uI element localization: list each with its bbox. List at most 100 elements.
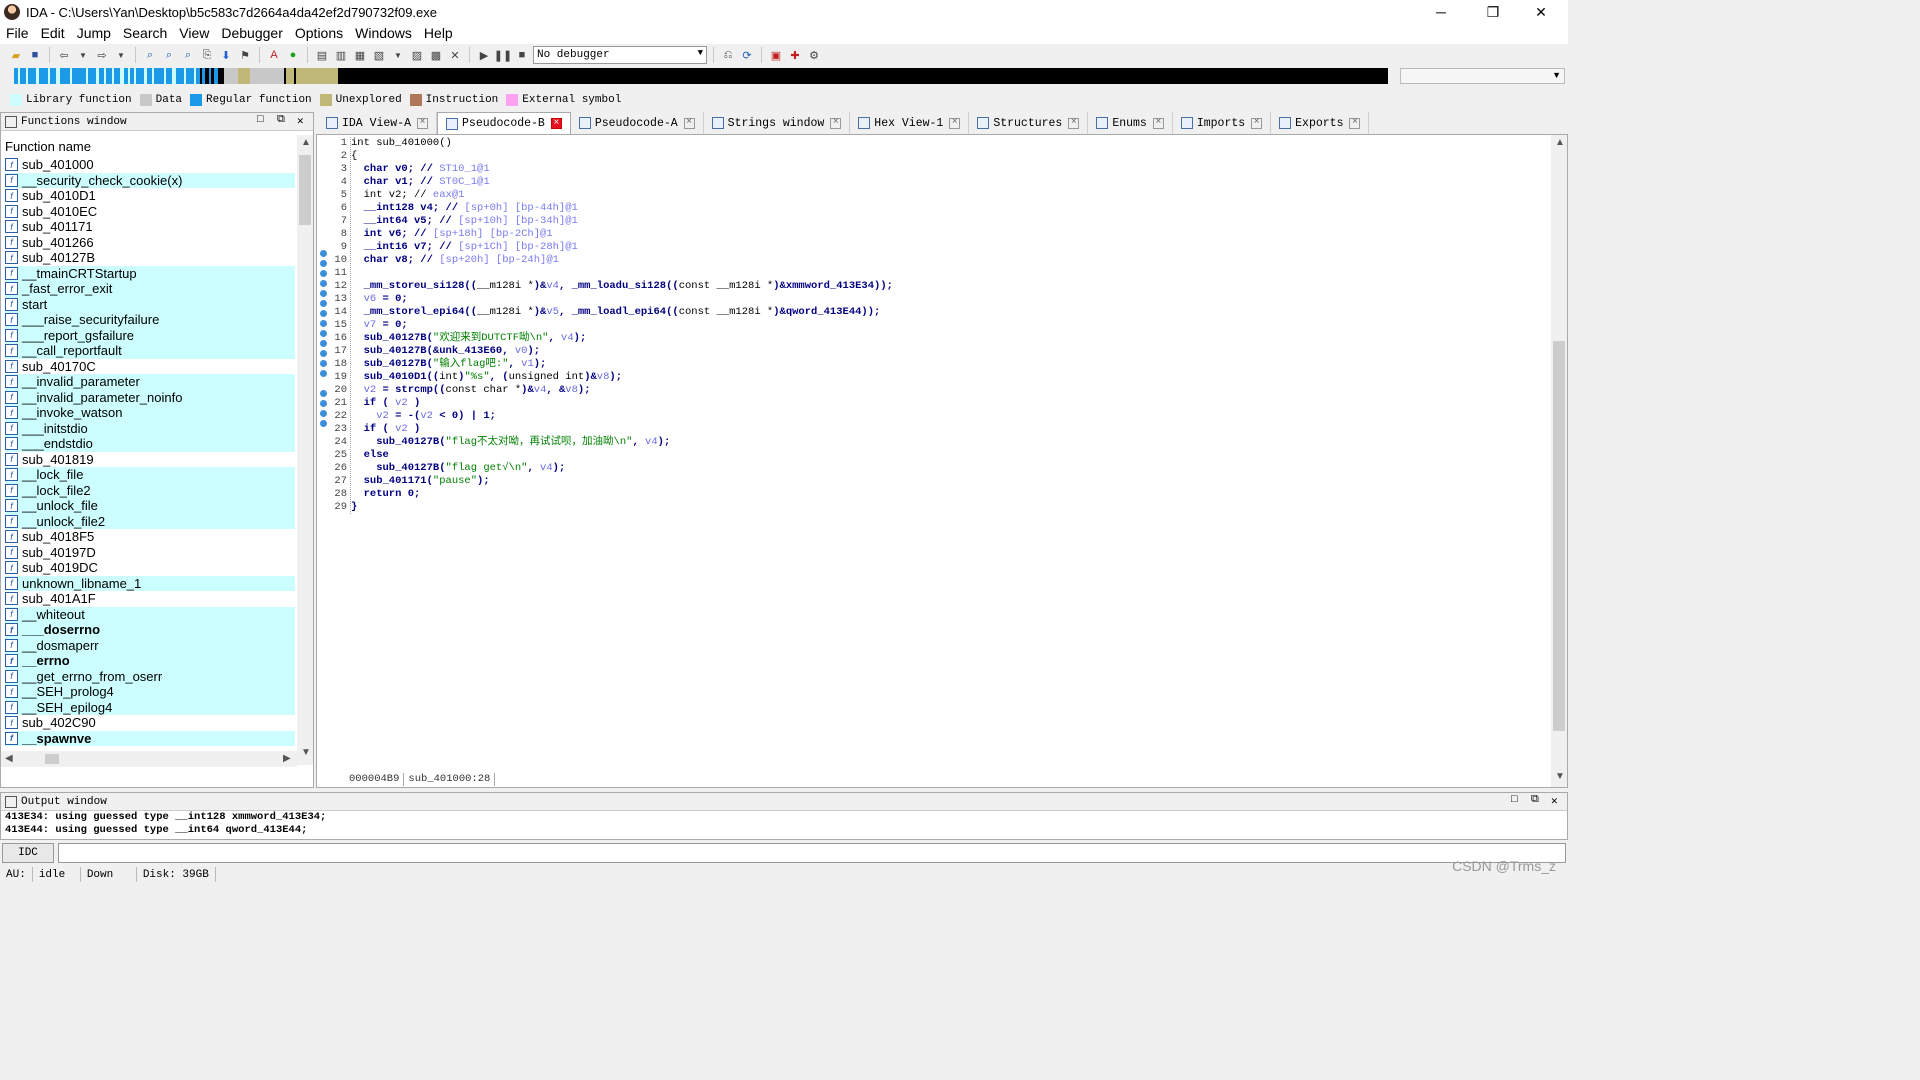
tab-structures[interactable]: Structures × bbox=[969, 112, 1089, 134]
code-line[interactable]: _mm_storeu_si128((__m128i *)&v4, _mm_loa… bbox=[351, 280, 893, 293]
pseudocode-view[interactable]: 1 2 3 4 5 6 7 8 9 10 11 12 13 14 15 16 17 18 19 20 21 22 23 24 2… bbox=[316, 134, 1568, 788]
function-list-item[interactable]: f start bbox=[5, 296, 295, 312]
function-list-item[interactable]: f __invoke_watson bbox=[5, 405, 295, 421]
function-list-item[interactable]: f __get_errno_from_oserr bbox=[5, 668, 295, 684]
undefine-icon[interactable]: ▨ bbox=[409, 47, 425, 63]
function-list-item[interactable]: f __spawnve bbox=[5, 730, 295, 746]
scroll-down-icon[interactable]: ▼ bbox=[301, 747, 311, 758]
function-list-item[interactable]: f __whiteout bbox=[5, 606, 295, 622]
tab-close-icon[interactable]: × bbox=[830, 117, 842, 129]
array-dropdown-icon[interactable]: ▼ bbox=[390, 47, 406, 63]
function-list-item[interactable]: f __SEH_prolog4 bbox=[5, 684, 295, 700]
menu-file[interactable]: File bbox=[0, 24, 35, 44]
tab-close-icon[interactable]: × bbox=[949, 117, 961, 129]
code-line[interactable]: } bbox=[351, 501, 893, 514]
script-language-button[interactable]: IDC bbox=[2, 843, 54, 863]
function-list-item[interactable]: f sub_4018F5 bbox=[5, 529, 295, 545]
graph-view-icon[interactable]: ● bbox=[285, 47, 301, 63]
function-list-item[interactable]: f sub_401A1F bbox=[5, 591, 295, 607]
function-list-item[interactable]: f ___doserrno bbox=[5, 622, 295, 638]
function-list-item[interactable]: f ___initstdio bbox=[5, 420, 295, 436]
function-list-item[interactable]: f ___report_gsfailure bbox=[5, 327, 295, 343]
pseudocode-text[interactable]: int sub_401000(){ char v0; // ST10_1@1 c… bbox=[350, 137, 893, 514]
search-next-icon[interactable]: ⎘ bbox=[199, 47, 215, 63]
make-code-icon[interactable]: ▤ bbox=[314, 47, 330, 63]
open-icon[interactable]: ▰ bbox=[8, 47, 24, 63]
tab-close-icon[interactable]: × bbox=[1068, 117, 1080, 129]
maximize-icon[interactable]: □ bbox=[1511, 794, 1518, 806]
tab-hex-view-1[interactable]: Hex View-1 × bbox=[850, 112, 970, 134]
tab-close-icon[interactable]: × bbox=[1349, 117, 1361, 129]
code-line[interactable]: v7 = 0; bbox=[351, 319, 893, 332]
menu-edit[interactable]: Edit bbox=[35, 24, 71, 44]
make-string-icon[interactable]: ▦ bbox=[352, 47, 368, 63]
search-binary-icon[interactable]: ⌕ bbox=[142, 47, 158, 63]
refresh-icon[interactable]: ⟳ bbox=[739, 47, 755, 63]
function-list-item[interactable]: f sub_402C90 bbox=[5, 715, 295, 731]
function-list-item[interactable]: f sub_401819 bbox=[5, 452, 295, 468]
function-list-vscrollbar[interactable]: ▲ ▼ bbox=[297, 135, 313, 765]
code-line[interactable]: { bbox=[351, 150, 893, 163]
pseudocode-vscrollbar[interactable]: ▲ ▼ bbox=[1551, 135, 1567, 787]
close-icon[interactable]: ✕ bbox=[1551, 794, 1558, 808]
function-list-item[interactable]: f sub_401171 bbox=[5, 219, 295, 235]
tab-imports[interactable]: Imports × bbox=[1173, 112, 1272, 134]
menu-debugger[interactable]: Debugger bbox=[215, 24, 289, 44]
function-list-hscrollbar[interactable]: ◀ ▶ bbox=[1, 751, 297, 767]
code-line[interactable]: int v2; // eax@1 bbox=[351, 189, 893, 202]
code-line[interactable]: sub_40127B("flag get√\n", v4); bbox=[351, 462, 893, 475]
code-line[interactable]: char v1; // ST0C_1@1 bbox=[351, 176, 893, 189]
search-text-icon[interactable]: ⌕ bbox=[161, 47, 177, 63]
function-list-item[interactable]: f sub_40197D bbox=[5, 545, 295, 561]
function-list-item[interactable]: f sub_401266 bbox=[5, 235, 295, 251]
function-list-item[interactable]: f __errno bbox=[5, 653, 295, 669]
scroll-thumb[interactable] bbox=[1553, 341, 1565, 731]
code-line[interactable]: int sub_401000() bbox=[351, 137, 893, 150]
scroll-down-icon[interactable]: ▼ bbox=[1555, 771, 1565, 782]
pause-icon[interactable]: ❚❚ bbox=[494, 47, 512, 63]
command-input[interactable] bbox=[58, 843, 1566, 863]
tab-close-icon[interactable]: × bbox=[1152, 117, 1164, 129]
function-list-item[interactable]: f ___endstdio bbox=[5, 436, 295, 452]
code-line[interactable]: _mm_storel_epi64((__m128i *)&v5, _mm_loa… bbox=[351, 306, 893, 319]
code-line[interactable]: sub_4010D1((int)"%s", (unsigned int)&v8)… bbox=[351, 371, 893, 384]
search-immediate-icon[interactable]: ⌕ bbox=[180, 47, 196, 63]
function-list-item[interactable]: f __tmainCRTStartup bbox=[5, 265, 295, 281]
tab-strings-window[interactable]: Strings window × bbox=[704, 112, 851, 134]
code-line[interactable]: sub_40127B("输入flag吧:", v1); bbox=[351, 358, 893, 371]
code-line[interactable]: if ( v2 ) bbox=[351, 397, 893, 410]
attach-icon[interactable]: ⎌ bbox=[720, 47, 736, 63]
menu-options[interactable]: Options bbox=[289, 24, 349, 44]
forward-icon[interactable]: ⇨ bbox=[94, 47, 110, 63]
scroll-up-icon[interactable]: ▲ bbox=[1555, 137, 1565, 148]
tools-icon[interactable]: ⚙ bbox=[806, 47, 822, 63]
code-line[interactable] bbox=[351, 267, 893, 280]
menu-help[interactable]: Help bbox=[418, 24, 459, 44]
code-line[interactable]: sub_40127B(&unk_413E60, v0); bbox=[351, 345, 893, 358]
maximize-icon[interactable]: □ bbox=[257, 114, 264, 126]
minimize-button[interactable]: ─ bbox=[1418, 0, 1464, 24]
code-line[interactable]: sub_401171("pause"); bbox=[351, 475, 893, 488]
navigation-band[interactable] bbox=[14, 68, 1388, 84]
segment-select[interactable]: ▼ bbox=[1400, 68, 1565, 84]
code-line[interactable]: return 0; bbox=[351, 488, 893, 501]
back-icon[interactable]: ⇦ bbox=[56, 47, 72, 63]
function-list-item[interactable]: f sub_401000 bbox=[5, 157, 295, 173]
function-list-item[interactable]: f sub_4019DC bbox=[5, 560, 295, 576]
function-list-item[interactable]: f sub_4010D1 bbox=[5, 188, 295, 204]
breakpoint-list-icon[interactable]: ▣ bbox=[768, 47, 784, 63]
make-array-icon[interactable]: ▧ bbox=[371, 47, 387, 63]
scroll-up-icon[interactable]: ▲ bbox=[301, 137, 311, 148]
menu-search[interactable]: Search bbox=[117, 24, 173, 44]
code-line[interactable]: __int64 v5; // [sp+10h] [bp-34h]@1 bbox=[351, 215, 893, 228]
float-icon[interactable]: ⧉ bbox=[1531, 794, 1539, 806]
scroll-thumb[interactable] bbox=[45, 754, 59, 764]
function-list-item[interactable]: f sub_40170C bbox=[5, 359, 295, 375]
code-line[interactable]: v2 = strcmp((const char *)&v4, &v8); bbox=[351, 384, 893, 397]
function-list-item[interactable]: f sub_40127B bbox=[5, 250, 295, 266]
function-list-item[interactable]: f __call_reportfault bbox=[5, 343, 295, 359]
back-dropdown-icon[interactable]: ▼ bbox=[75, 47, 91, 63]
patch-icon[interactable]: ▩ bbox=[428, 47, 444, 63]
tab-close-icon[interactable]: × bbox=[550, 118, 562, 129]
function-list-item[interactable]: f unknown_libname_1 bbox=[5, 575, 295, 591]
